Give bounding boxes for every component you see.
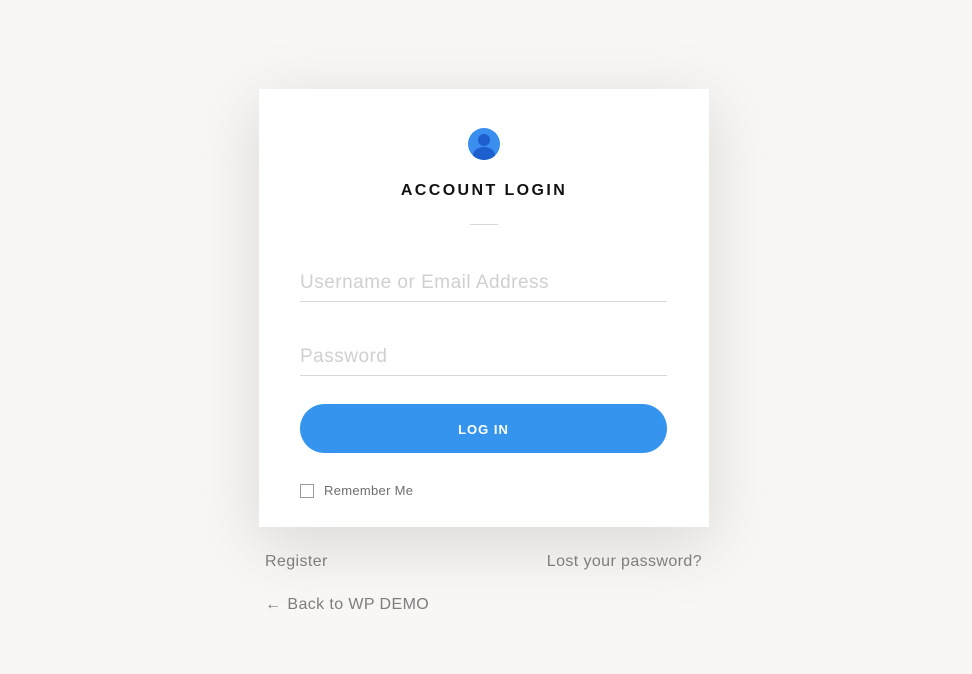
page-title: ACCOUNT LOGIN [400, 182, 568, 199]
remember-me-label[interactable]: Remember Me [324, 483, 413, 498]
avatar-shoulders [473, 147, 495, 160]
password-input[interactable] [300, 339, 667, 376]
back-link[interactable]: ← Back to WP DEMO [265, 596, 429, 614]
username-input[interactable] [300, 265, 667, 302]
back-link-label: Back to WP DEMO [287, 596, 430, 613]
remember-me-checkbox[interactable] [300, 483, 314, 498]
login-button[interactable]: LOG IN [300, 404, 667, 453]
remember-me[interactable]: Remember Me [300, 482, 413, 499]
lost-password-link[interactable]: Lost your password? [547, 553, 702, 571]
avatar-head [478, 134, 490, 146]
user-avatar-icon [468, 128, 500, 160]
arrow-left-icon: ← [265, 596, 282, 613]
login-card: ACCOUNT LOGIN LOG IN Remember Me [259, 89, 709, 527]
title-divider [470, 224, 498, 225]
register-link[interactable]: Register [265, 553, 328, 571]
